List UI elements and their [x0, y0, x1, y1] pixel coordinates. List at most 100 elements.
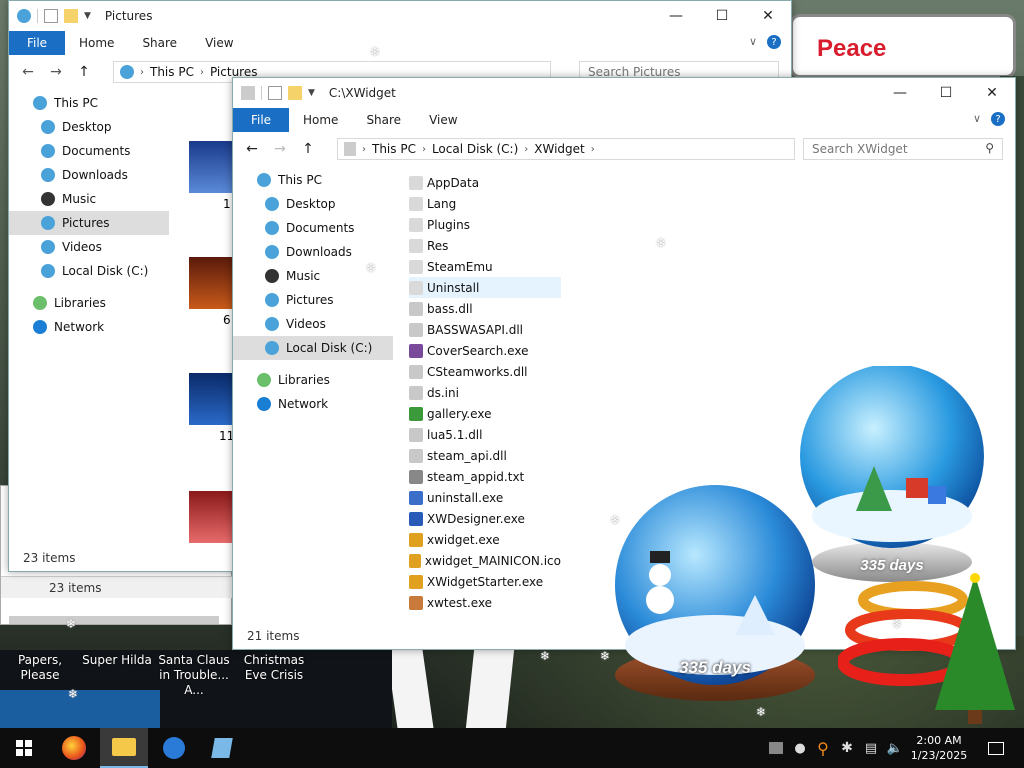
desktop-icon-papers-please[interactable]: Papers, Please [0, 653, 80, 683]
file-list-item[interactable]: bass.dll [409, 298, 561, 319]
breadcrumb-xwidget[interactable]: XWidget [534, 142, 584, 156]
search-icon[interactable]: ⚲ [985, 141, 994, 155]
file-tab[interactable]: File [9, 31, 65, 55]
forward-arrow-icon[interactable]: → [273, 141, 287, 157]
minimize-button[interactable]: — [653, 1, 699, 31]
tray-network-app-icon[interactable] [766, 728, 786, 768]
file-list-item[interactable]: xwidget_MAINICON.ico [409, 550, 561, 571]
action-center-button[interactable] [976, 728, 1016, 768]
file-list-item[interactable]: steam_appid.txt [409, 466, 561, 487]
tray-clock[interactable]: 2:00 AM 1/23/2025 [908, 728, 970, 768]
up-arrow-icon[interactable]: ↑ [77, 64, 91, 80]
nav-item[interactable]: Local Disk (C:) [9, 259, 169, 283]
search-input[interactable]: Search XWidget ⚲ [803, 138, 1003, 160]
file-list-item[interactable]: BASSWASAPI.dll [409, 319, 561, 340]
close-button[interactable]: ✕ [745, 1, 791, 31]
file-list-item[interactable]: AppData [409, 172, 561, 193]
xwidget-titlebar[interactable]: ▼ C:\XWidget — ☐ ✕ [233, 78, 1015, 108]
file-list-item[interactable]: xwtest.exe [409, 592, 561, 613]
file-list-item[interactable]: ds.ini [409, 382, 561, 403]
behind-window-scrollbar[interactable] [9, 616, 219, 624]
nav-item[interactable]: Libraries [233, 368, 393, 392]
up-arrow-icon[interactable]: ↑ [301, 141, 315, 157]
file-list-item[interactable]: Lang [409, 193, 561, 214]
file-list-item[interactable]: xwidget.exe [409, 529, 561, 550]
properties-icon[interactable] [268, 86, 282, 100]
address-bar[interactable]: › This PC › Local Disk (C:) › XWidget › [337, 138, 795, 160]
picture-thumbnail[interactable] [189, 257, 233, 309]
file-list-item[interactable]: lua5.1.dll [409, 424, 561, 445]
tray-brightness-icon[interactable]: ✱ [836, 728, 858, 768]
nav-item[interactable]: Videos [9, 235, 169, 259]
back-arrow-icon[interactable]: ← [245, 141, 259, 157]
file-list-item[interactable]: gallery.exe [409, 403, 561, 424]
taskbar-app-notes[interactable] [200, 728, 244, 768]
file-list-item[interactable]: Res [409, 235, 561, 256]
properties-icon[interactable] [44, 9, 58, 23]
file-list-item[interactable]: steam_api.dll [409, 445, 561, 466]
tab-view[interactable]: View [415, 113, 471, 127]
nav-item[interactable]: Documents [9, 139, 169, 163]
tab-home[interactable]: Home [65, 36, 128, 50]
file-tab[interactable]: File [233, 108, 289, 132]
tab-view[interactable]: View [191, 36, 247, 50]
taskbar-firefox[interactable] [52, 728, 96, 768]
nav-item[interactable]: Local Disk (C:) [233, 336, 393, 360]
file-list-item[interactable]: SteamEmu [409, 256, 561, 277]
nav-item[interactable]: Downloads [9, 163, 169, 187]
desktop-icon-christmas-eve-crisis[interactable]: Christmas Eve Crisis [234, 653, 314, 683]
breadcrumb-this-pc[interactable]: This PC [150, 65, 194, 79]
taskbar-file-explorer[interactable] [100, 728, 148, 768]
desktop-icon-super-hilda[interactable]: Super Hilda [80, 653, 154, 668]
nav-item[interactable]: Music [9, 187, 169, 211]
file-list-item[interactable]: CSteamworks.dll [409, 361, 561, 382]
new-folder-icon[interactable] [64, 9, 78, 23]
nav-item[interactable]: Pictures [9, 211, 169, 235]
file-list-item[interactable]: Plugins [409, 214, 561, 235]
back-arrow-icon[interactable]: ← [21, 64, 35, 80]
tab-share[interactable]: Share [128, 36, 191, 50]
minimize-button[interactable]: — [877, 78, 923, 108]
maximize-button[interactable]: ☐ [923, 78, 969, 108]
tray-volume-icon[interactable]: 🔈 [884, 728, 906, 768]
nav-item[interactable]: Pictures [233, 288, 393, 312]
tab-share[interactable]: Share [352, 113, 415, 127]
close-button[interactable]: ✕ [969, 78, 1015, 108]
file-list-item[interactable]: XWidgetStarter.exe [409, 571, 561, 592]
file-list-item[interactable]: XWDesigner.exe [409, 508, 561, 529]
maximize-button[interactable]: ☐ [699, 1, 745, 31]
help-icon[interactable]: ? [991, 112, 1005, 126]
forward-arrow-icon[interactable]: → [49, 64, 63, 80]
chevron-down-icon[interactable]: ▼ [308, 88, 315, 98]
expand-ribbon-icon[interactable]: ∨ [749, 35, 757, 49]
tray-search-icon[interactable]: ⚲ [812, 728, 834, 768]
nav-item[interactable]: This PC [9, 91, 169, 115]
nav-item[interactable]: Network [9, 315, 169, 339]
file-list-item[interactable]: Uninstall [409, 277, 561, 298]
breadcrumb-local-disk[interactable]: Local Disk (C:) [432, 142, 518, 156]
pictures-titlebar[interactable]: ▼ Pictures — ☐ ✕ [9, 1, 791, 31]
nav-item[interactable]: Desktop [9, 115, 169, 139]
taskbar-app-people[interactable] [152, 728, 196, 768]
tray-network-icon[interactable]: ▤ [860, 728, 882, 768]
help-icon[interactable]: ? [767, 35, 781, 49]
picture-thumbnail[interactable] [189, 141, 233, 193]
nav-item[interactable]: Network [233, 392, 393, 416]
new-folder-icon[interactable] [288, 86, 302, 100]
snow-globe-large[interactable] [796, 366, 988, 586]
nav-item[interactable]: Libraries [9, 291, 169, 315]
file-list-item[interactable]: uninstall.exe [409, 487, 561, 508]
file-list-item[interactable]: CoverSearch.exe [409, 340, 561, 361]
tray-drop-icon[interactable]: ● [790, 728, 810, 768]
nav-item[interactable]: This PC [233, 168, 393, 192]
breadcrumb-this-pc[interactable]: This PC [372, 142, 416, 156]
picture-thumbnail[interactable] [189, 373, 233, 425]
nav-item[interactable]: Videos [233, 312, 393, 336]
chevron-down-icon[interactable]: ▼ [84, 11, 91, 21]
picture-thumbnail[interactable] [189, 491, 233, 543]
desktop-icon-santa-claus[interactable]: Santa Claus in Trouble... A... [154, 653, 234, 698]
nav-item[interactable]: Documents [233, 216, 393, 240]
nav-item[interactable]: Desktop [233, 192, 393, 216]
expand-ribbon-icon[interactable]: ∨ [973, 112, 981, 126]
start-button[interactable] [0, 728, 48, 768]
